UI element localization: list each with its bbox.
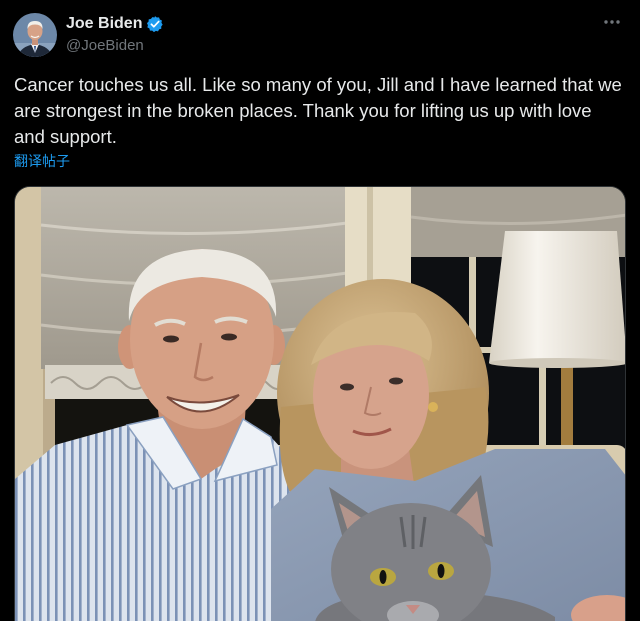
- cat-pupil: [379, 570, 387, 584]
- post-photo[interactable]: [14, 186, 626, 621]
- avatar[interactable]: [13, 13, 57, 57]
- jill-eye: [340, 383, 354, 391]
- post-text: Cancer touches us all. Like so many of y…: [14, 72, 628, 150]
- author-name[interactable]: Joe Biden: [66, 14, 142, 34]
- lamp-shade-rim: [489, 358, 625, 368]
- post-text-line: Cancer touches us all. Like so many of y…: [14, 74, 622, 95]
- lamp-stand: [561, 359, 573, 451]
- lamp-shade: [489, 231, 625, 363]
- translate-post-link[interactable]: 翻译帖子: [14, 152, 70, 170]
- more-icon: [604, 20, 620, 24]
- verified-badge-icon[interactable]: [146, 15, 164, 33]
- author-name-row: Joe Biden: [66, 14, 164, 34]
- more-options-button[interactable]: [600, 12, 624, 32]
- post-text-line: and support.: [14, 126, 117, 147]
- joe-eye: [163, 335, 179, 343]
- post-photo-image: [15, 187, 625, 621]
- post-text-line: are strongest in the broken places. Than…: [14, 100, 592, 121]
- joe-eye: [221, 333, 237, 341]
- jill-eye: [389, 377, 403, 385]
- author-handle[interactable]: @JoeBiden: [66, 36, 144, 56]
- avatar-image: [13, 13, 57, 57]
- jill-earring: [428, 402, 438, 412]
- cat-pupil: [437, 564, 445, 578]
